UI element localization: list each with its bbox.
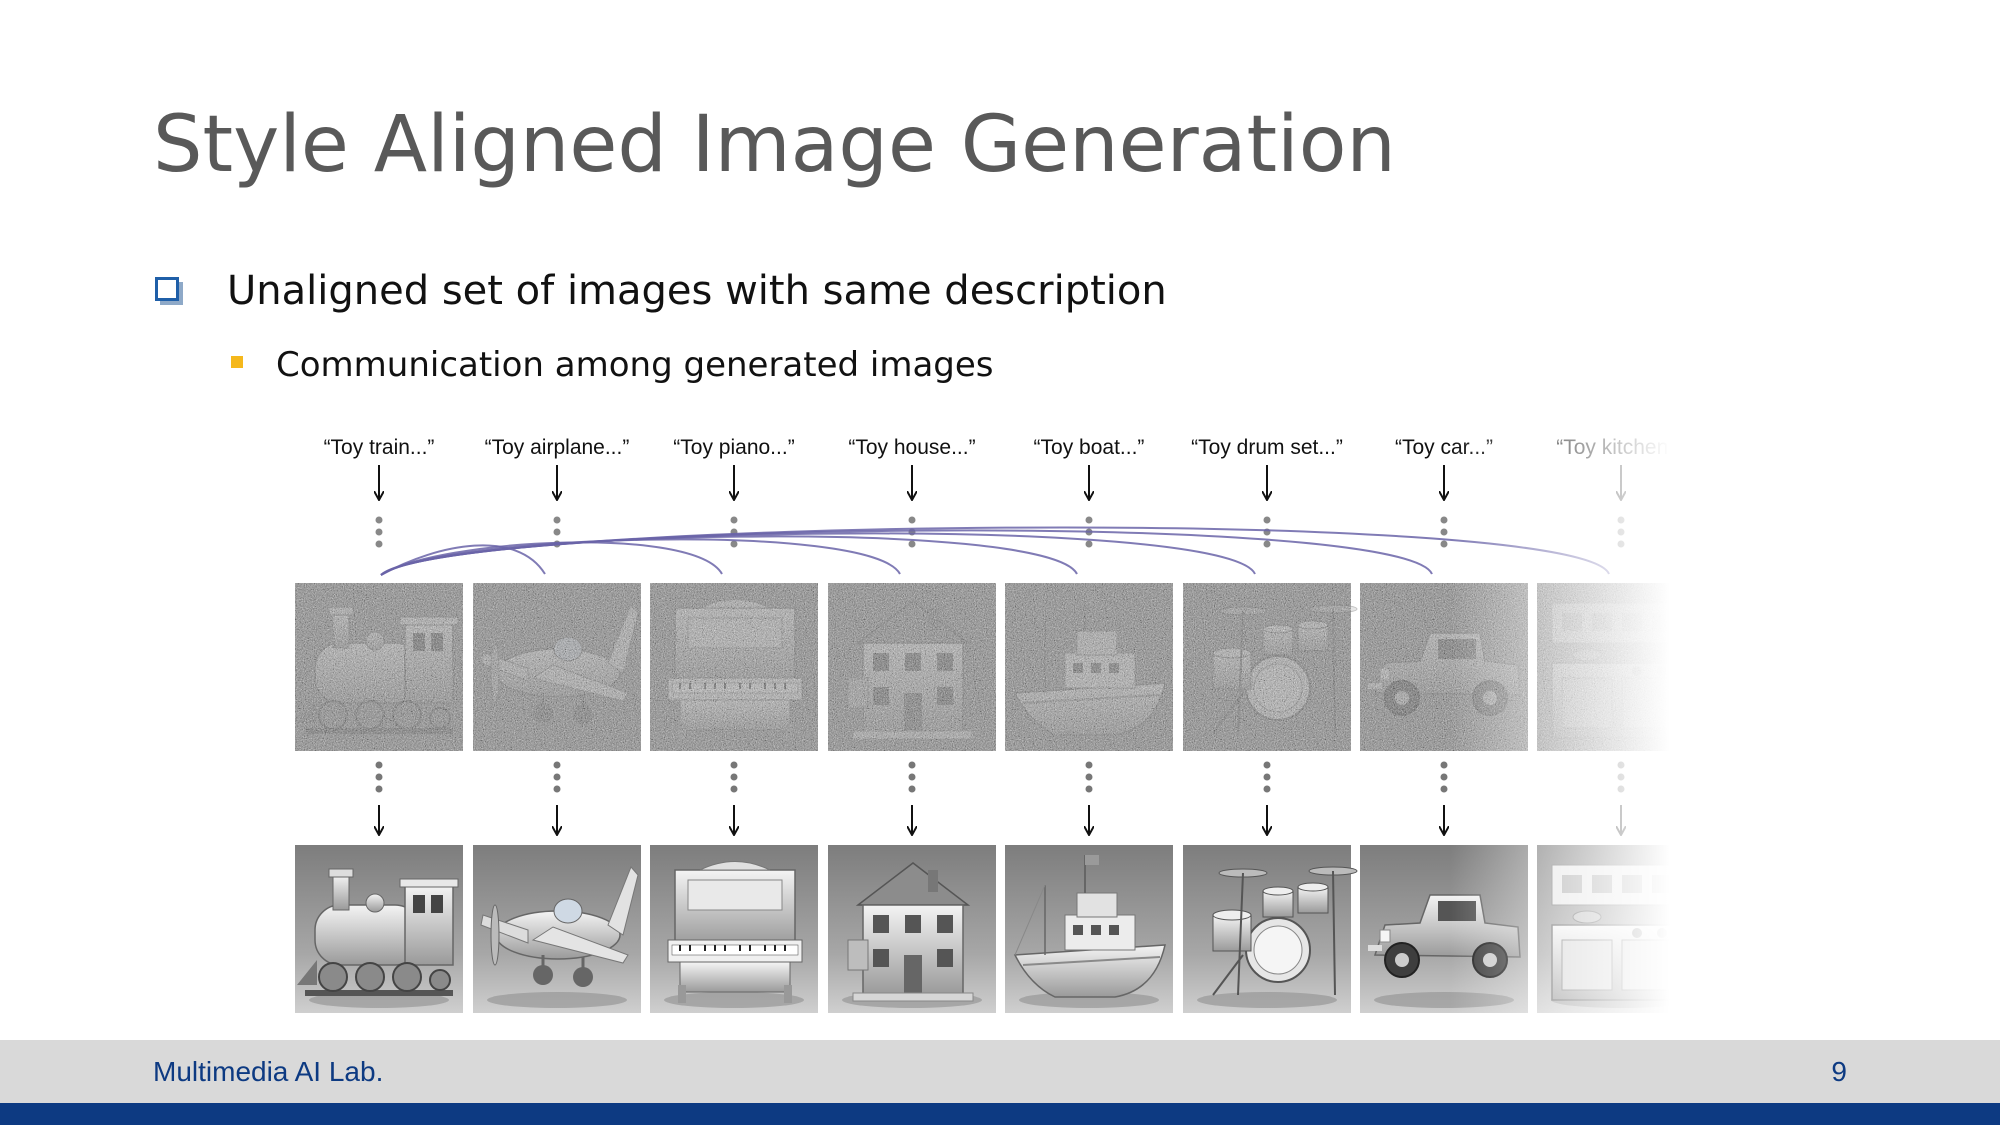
bullet-level-2: Communication among generated images: [231, 345, 994, 385]
ellipsis-dot: [1440, 773, 1448, 781]
prompt-label: “Toy drum set...”: [1191, 436, 1343, 459]
bullet-level-1-text: Unaligned set of images with same descri…: [227, 268, 1167, 314]
generated-image-house: [828, 845, 996, 1013]
generated-image-drum-set: [1183, 845, 1358, 1013]
ellipsis-dot: [553, 528, 561, 536]
noisy-latent-boat: [1005, 583, 1173, 751]
ellipsis-dot: [375, 528, 383, 536]
ellipsis-dot: [375, 540, 383, 548]
style-aligned-figure: “Toy train...” “Toy airplane...” “Toy pian…: [295, 425, 1670, 1025]
ellipsis-dot: [1440, 785, 1448, 793]
prompt-label: “Toy piano...”: [673, 436, 794, 459]
ellipsis-dot: [1085, 773, 1093, 781]
ellipsis-dot: [908, 773, 916, 781]
ellipsis-dot: [375, 773, 383, 781]
prompt-label: “Toy house...”: [848, 436, 975, 459]
slide-title: Style Aligned Image Generation: [153, 100, 1396, 190]
footer-lab-name: Multimedia AI Lab.: [153, 1056, 384, 1087]
generated-image-airplane: [473, 845, 641, 1013]
ellipsis-dot: [908, 761, 916, 769]
ellipsis-dot: [908, 785, 916, 793]
attention-curve: [380, 544, 546, 576]
noisy-latent-drum-set: [1183, 583, 1358, 751]
attention-curve: [380, 532, 1256, 576]
noisy-latent-piano: [650, 583, 818, 751]
piano-icon: [667, 860, 803, 1004]
ellipsis-dot: [553, 761, 561, 769]
ellipsis-dot: [1263, 785, 1271, 793]
ellipsis-dot: [1085, 761, 1093, 769]
ellipsis-dot: [553, 516, 561, 524]
ellipsis-dot: [908, 540, 916, 548]
right-fade-overlay: [1450, 425, 1670, 1025]
ellipsis-dot: [730, 785, 738, 793]
page-number: 9: [1831, 1056, 1847, 1087]
ellipsis-dot: [908, 516, 916, 524]
ellipsis-dot: [730, 516, 738, 524]
bullet-level-2-text: Communication among generated images: [276, 345, 994, 385]
checkbox-bullet-icon: [155, 277, 183, 305]
generated-image-piano: [650, 845, 818, 1013]
ellipsis-dot: [1263, 761, 1271, 769]
ellipsis-dot: [1085, 540, 1093, 548]
prompt-label: “Toy boat...”: [1034, 436, 1145, 459]
ellipsis-dot: [1440, 528, 1448, 536]
ellipsis-dot: [553, 773, 561, 781]
ellipsis-dot: [730, 761, 738, 769]
ellipsis-dot: [553, 785, 561, 793]
ellipsis-dot: [1263, 540, 1271, 548]
ellipsis-dot: [1263, 773, 1271, 781]
ellipsis-dot: [1085, 516, 1093, 524]
generated-image-train: [295, 845, 463, 1013]
ellipsis-dot: [375, 516, 383, 524]
ellipsis-dot: [1085, 785, 1093, 793]
ellipsis-dot: [1263, 516, 1271, 524]
ellipsis-dot: [1440, 540, 1448, 548]
middle-arrows: [375, 761, 1625, 836]
ellipsis-dot: [730, 773, 738, 781]
bullet-level-1: Unaligned set of images with same descri…: [155, 268, 1167, 314]
prompt-label: “Toy airplane...”: [485, 436, 630, 459]
prompt-label: “Toy train...”: [324, 436, 435, 459]
square-bullet-icon: [231, 356, 243, 368]
ellipsis-dot: [1440, 761, 1448, 769]
attention-curve: [380, 535, 1078, 576]
footer-stripe: [0, 1103, 2000, 1125]
generated-image-boat: [1005, 845, 1173, 1013]
ellipsis-dot: [375, 761, 383, 769]
ellipsis-dot: [730, 540, 738, 548]
ellipsis-dot: [375, 785, 383, 793]
noisy-latent-airplane: [473, 583, 641, 751]
attention-curves: [380, 526, 1610, 576]
noisy-latent-train: [295, 583, 463, 751]
ellipsis-dot: [1440, 516, 1448, 524]
attention-curve: [380, 529, 1433, 576]
noisy-latent-house: [828, 583, 996, 751]
